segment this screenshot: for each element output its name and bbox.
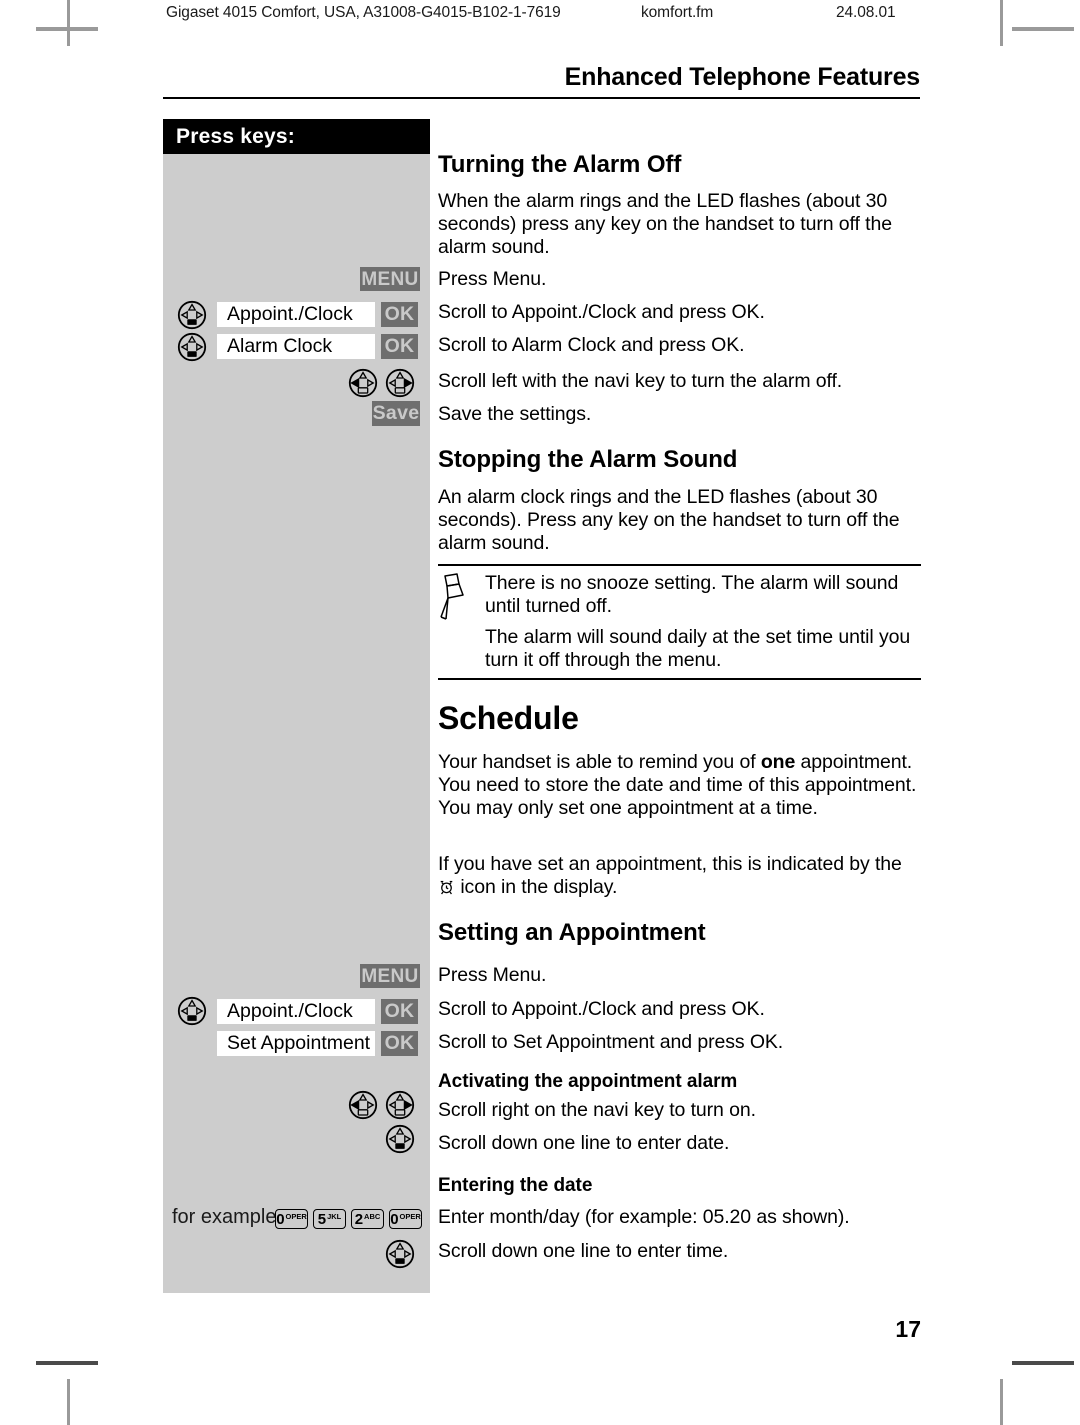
keypad-letters: OPER [399,1212,421,1222]
revision-date-text: 24.08.01 [836,4,896,21]
display-field-set-appointment: Set Appointment [217,1031,375,1056]
schedule-intro-part-a: Your handset is able to remind you of [438,751,761,773]
crop-mark-bottom-right-vertical [1000,1379,1003,1425]
display-field-appoint-clock-2: Appoint./Clock [217,999,375,1024]
keypad-key-2[interactable]: 2 ABC [351,1209,384,1229]
navi-key-scroll-2[interactable] [177,332,207,362]
schedule-intro-bold-one: one [760,751,796,773]
crop-mark-bottom-left-horizontal [36,1361,98,1365]
heading-turning-the-alarm-off: Turning the Alarm Off [438,151,682,178]
note-text-no-snooze: There is no snooze setting. The alarm wi… [485,572,899,618]
keypad-digit: 2 [354,1210,364,1228]
keypad-digit: 5 [317,1210,327,1228]
paragraph-schedule-intro: Your handset is able to remind you of on… [438,751,921,821]
navi-key-scroll-down-1[interactable] [385,1124,415,1154]
ok-softkey-4[interactable]: OK [381,1031,418,1056]
keypad-key-0-a[interactable]: 0 OPER [275,1209,308,1229]
page-number: 17 [895,1316,921,1342]
ok-softkey-1[interactable]: OK [381,302,418,327]
crop-mark-bottom-right-horizontal [1012,1361,1074,1365]
ok-softkey-2[interactable]: OK [381,334,418,359]
paragraph-appointment-indicator: If you have set an appointment, this is … [438,853,921,899]
press-keys-label: Press keys: [176,124,295,148]
step-scroll-set-appointment: Scroll to Set Appointment and press OK. [438,1031,784,1053]
navi-key-scroll-left-1[interactable] [348,368,378,398]
keypad-letters: OPER [285,1212,307,1222]
subheading-activating-appointment-alarm: Activating the appointment alarm [438,1071,738,1092]
step-scroll-alarm-clock: Scroll to Alarm Clock and press OK. [438,334,745,356]
step-scroll-right-turn-on: Scroll right on the navi key to turn on. [438,1099,756,1121]
appointment-indicator-part-b: icon in the display. [455,876,618,899]
for-example-label: for example [172,1206,277,1228]
step-enter-month-day: Enter month/day (for example: 05.20 as s… [438,1206,850,1228]
step-scroll-appoint-clock-2: Scroll to Appoint./Clock and press OK. [438,998,765,1020]
subheading-entering-the-date: Entering the date [438,1175,593,1196]
source-filename-text: komfort.fm [641,4,714,21]
display-field-alarm-clock: Alarm Clock [217,334,375,359]
navi-key-scroll-right-1[interactable] [385,368,415,398]
step-press-menu-1: Press Menu. [438,268,547,290]
note-text-daily-alarm: The alarm will sound daily at the set ti… [485,626,911,672]
menu-softkey-1[interactable]: MENU [360,267,420,291]
paragraph-stopping-alarm-sound: An alarm clock rings and the LED flashes… [438,486,900,555]
step-scroll-down-enter-time: Scroll down one line to enter time. [438,1240,729,1262]
navi-key-scroll-3[interactable] [177,996,207,1026]
display-field-appoint-clock-1: Appoint./Clock [217,302,375,327]
keypad-letters: ABC [364,1212,381,1222]
ok-softkey-3[interactable]: OK [381,999,418,1024]
heading-setting-an-appointment: Setting an Appointment [438,919,706,946]
menu-softkey-2[interactable]: MENU [360,964,420,988]
chapter-title: Enhanced Telephone Features [163,63,920,99]
keypad-letters: JKL [327,1212,342,1222]
keypad-digit: 0 [276,1210,285,1228]
paragraph-turning-alarm-off: When the alarm rings and the LED flashes… [438,190,892,259]
navi-key-scroll-left-2[interactable] [348,1090,378,1120]
press-keys-header: Press keys: [163,119,430,154]
step-scroll-appoint-clock-1: Scroll to Appoint./Clock and press OK. [438,301,765,323]
keypad-digit: 0 [390,1210,399,1228]
save-softkey[interactable]: Save [372,401,420,426]
heading-stopping-the-alarm-sound: Stopping the Alarm Sound [438,446,738,473]
step-save-settings: Save the settings. [438,403,592,425]
step-press-menu-2: Press Menu. [438,964,547,986]
step-scroll-down-enter-date: Scroll down one line to enter date. [438,1132,730,1154]
step-scroll-left-turn-off: Scroll left with the navi key to turn th… [438,370,843,392]
navi-key-scroll-down-2[interactable] [385,1239,415,1269]
navi-key-scroll-1[interactable] [177,300,207,330]
pushpin-icon [436,571,468,623]
keypad-key-0-b[interactable]: 0 OPER [389,1209,422,1229]
note-rule-top [438,564,921,566]
navi-key-scroll-right-2[interactable] [385,1090,415,1120]
appointment-indicator-part-a: If you have set an appointment, this is … [438,853,902,875]
alarm-clock-icon [438,879,455,896]
document-id-text: Gigaset 4015 Comfort, USA, A31008-G4015-… [166,4,561,21]
keypad-key-5[interactable]: 5 JKL [313,1209,346,1229]
note-rule-bottom [438,678,921,680]
running-head: Gigaset 4015 Comfort, USA, A31008-G4015-… [0,4,1080,32]
heading-schedule: Schedule [438,700,579,736]
crop-mark-bottom-left-vertical [67,1379,70,1425]
